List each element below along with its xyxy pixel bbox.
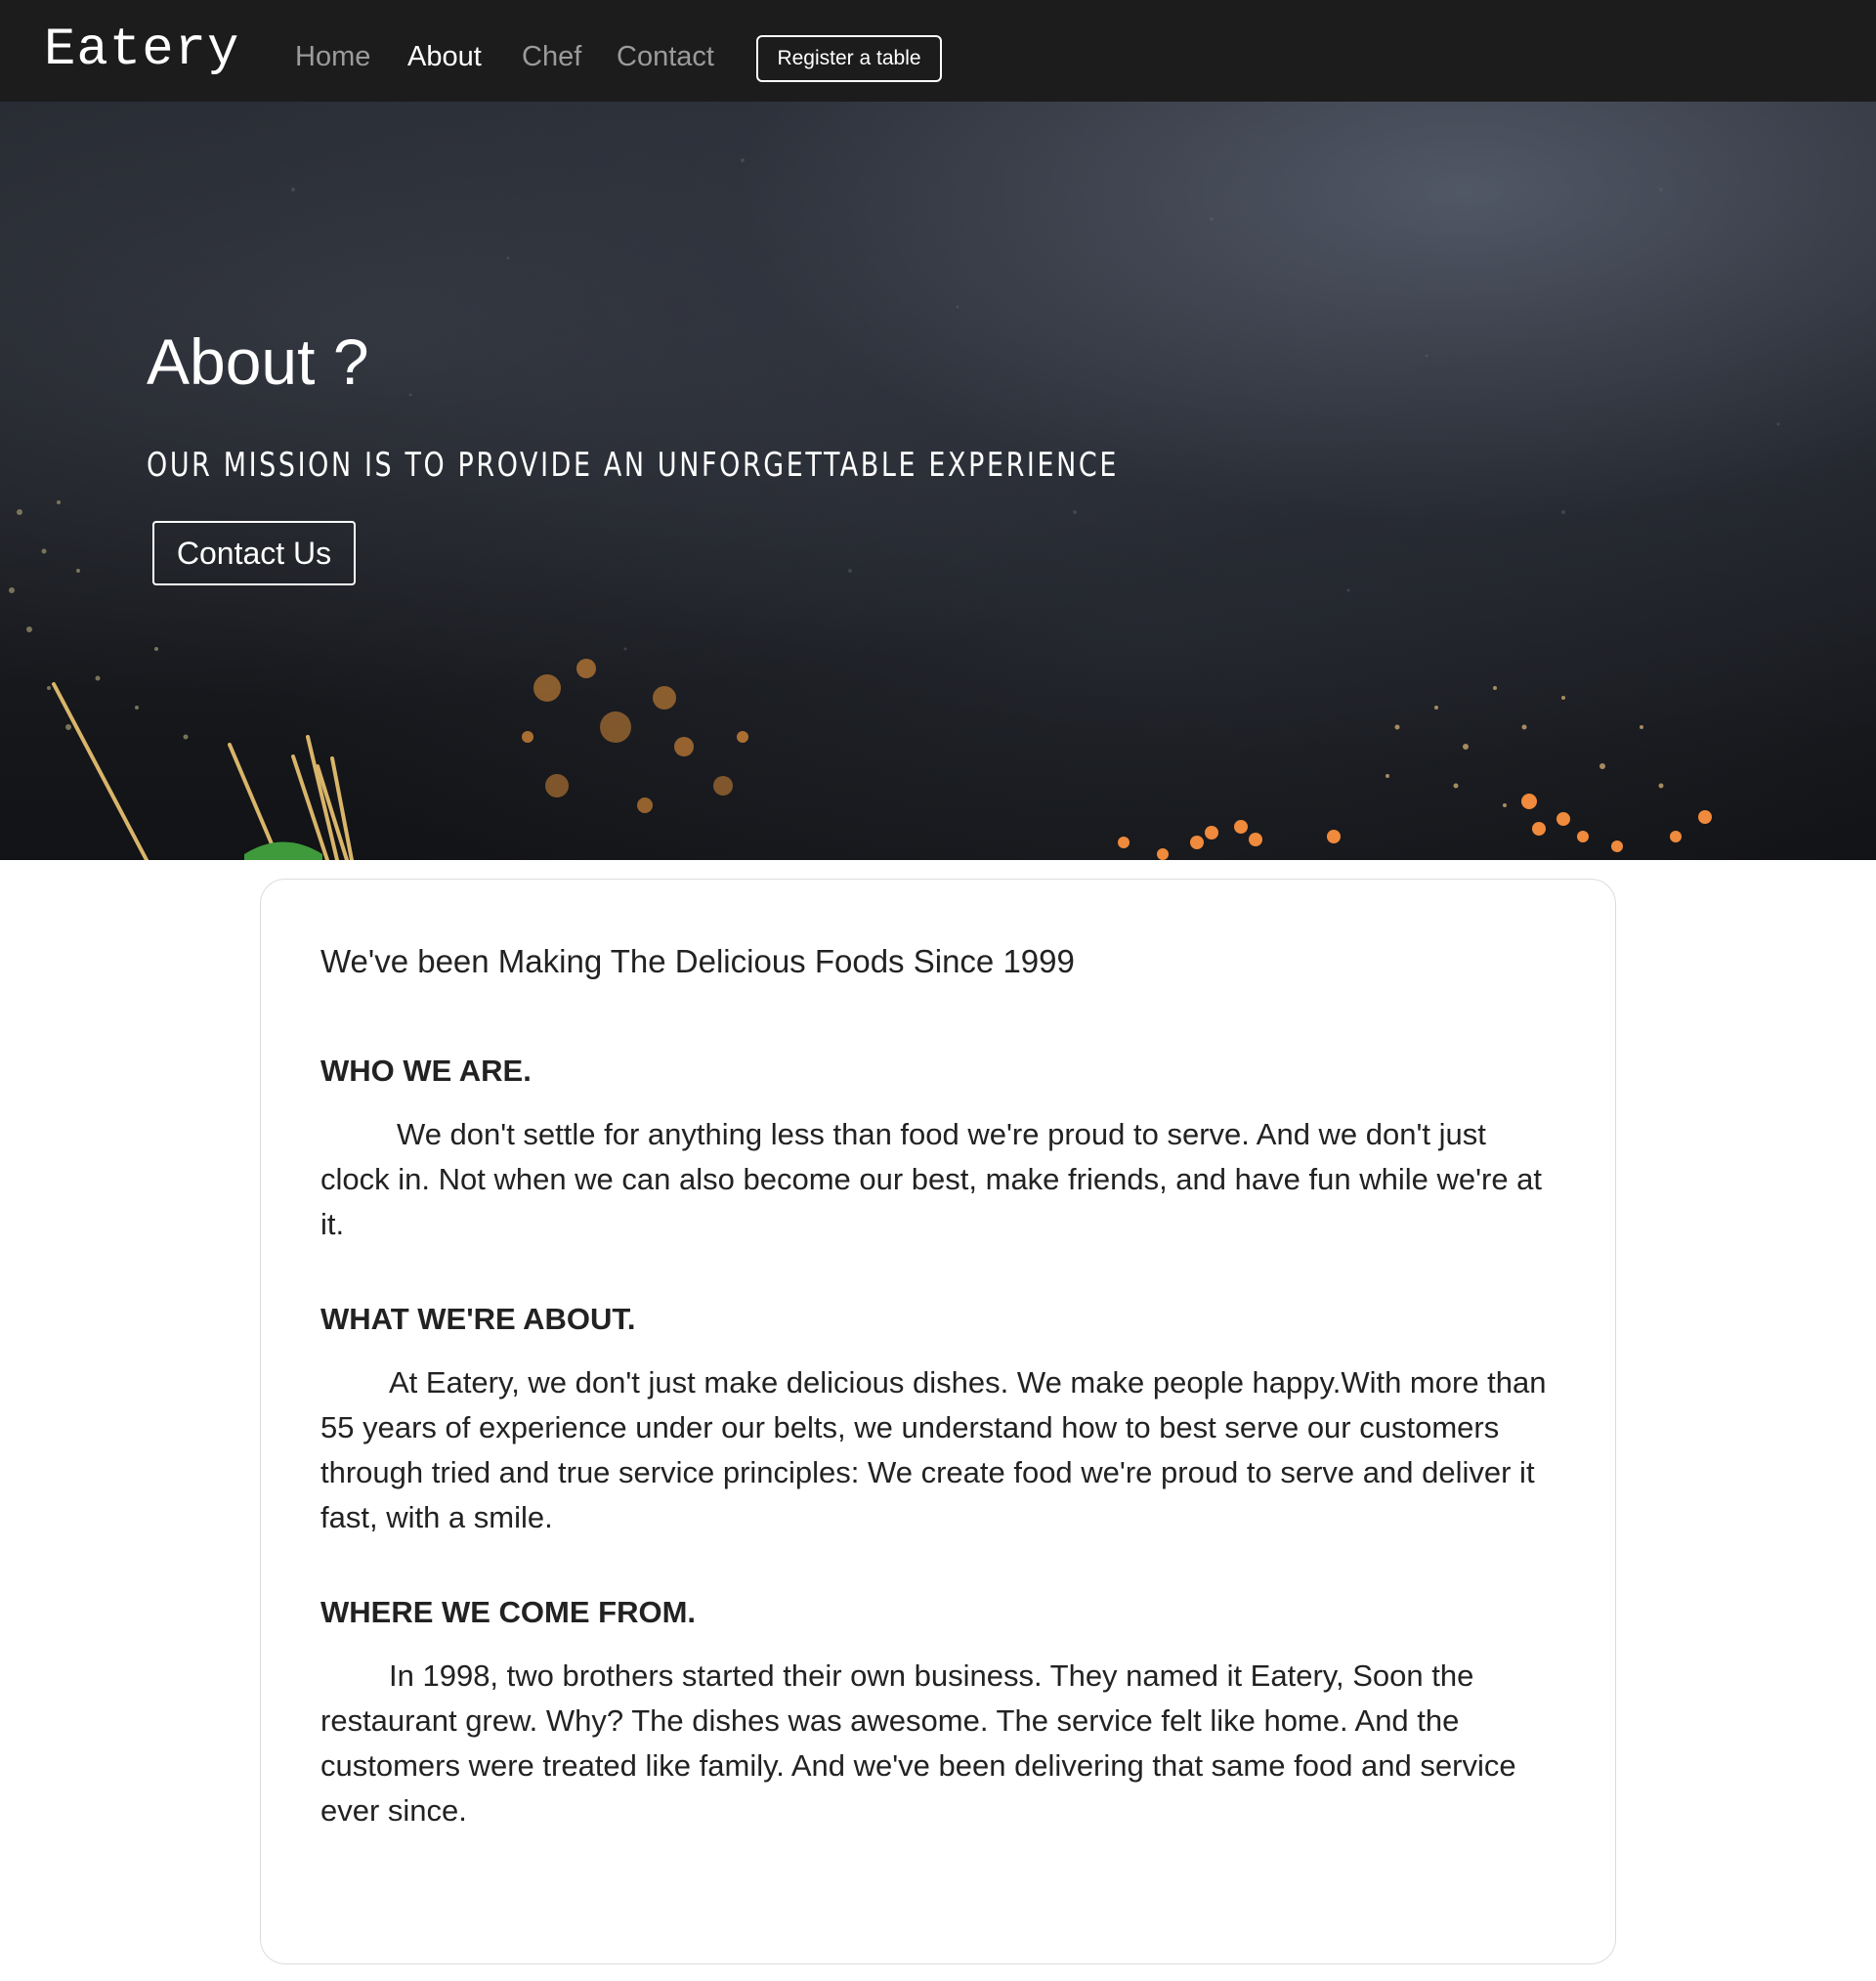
tagline: We've been Making The Delicious Foods Si…	[320, 943, 1075, 979]
hero-title: About ?	[147, 325, 369, 398]
register-table-button[interactable]: Register a table	[756, 35, 942, 82]
nav-link-about[interactable]: About	[407, 37, 482, 76]
nav-link-home[interactable]: Home	[295, 37, 370, 76]
section-heading-who-we-are: WHO WE ARE.	[320, 1054, 532, 1088]
top-navbar: Eatery Home About Chef Contact Register …	[0, 0, 1876, 102]
nav-link-chef[interactable]: Chef	[522, 37, 581, 76]
section-body-what-were-about: At Eatery, we don't just make delicious …	[320, 1365, 1547, 1534]
section-heading-where-we-come-from: WHERE WE COME FROM.	[320, 1595, 697, 1629]
hero-subtitle: OUR MISSION IS TO PROVIDE AN UNFORGETTAB…	[147, 446, 1120, 485]
contact-us-button[interactable]: Contact Us	[152, 521, 356, 585]
section-body-where-we-come-from: In 1998, two brothers started their own …	[320, 1658, 1516, 1828]
brand-logo[interactable]: Eatery	[44, 18, 239, 84]
section-heading-what-were-about: WHAT WE'RE ABOUT.	[320, 1302, 636, 1336]
about-content-card: We've been Making The Delicious Foods Si…	[260, 879, 1616, 1964]
section-body-who-we-are: We don't settle for anything less than f…	[320, 1117, 1543, 1241]
hero-banner: About ? OUR MISSION IS TO PROVIDE AN UNF…	[0, 102, 1876, 860]
nav-link-contact[interactable]: Contact	[617, 37, 714, 76]
